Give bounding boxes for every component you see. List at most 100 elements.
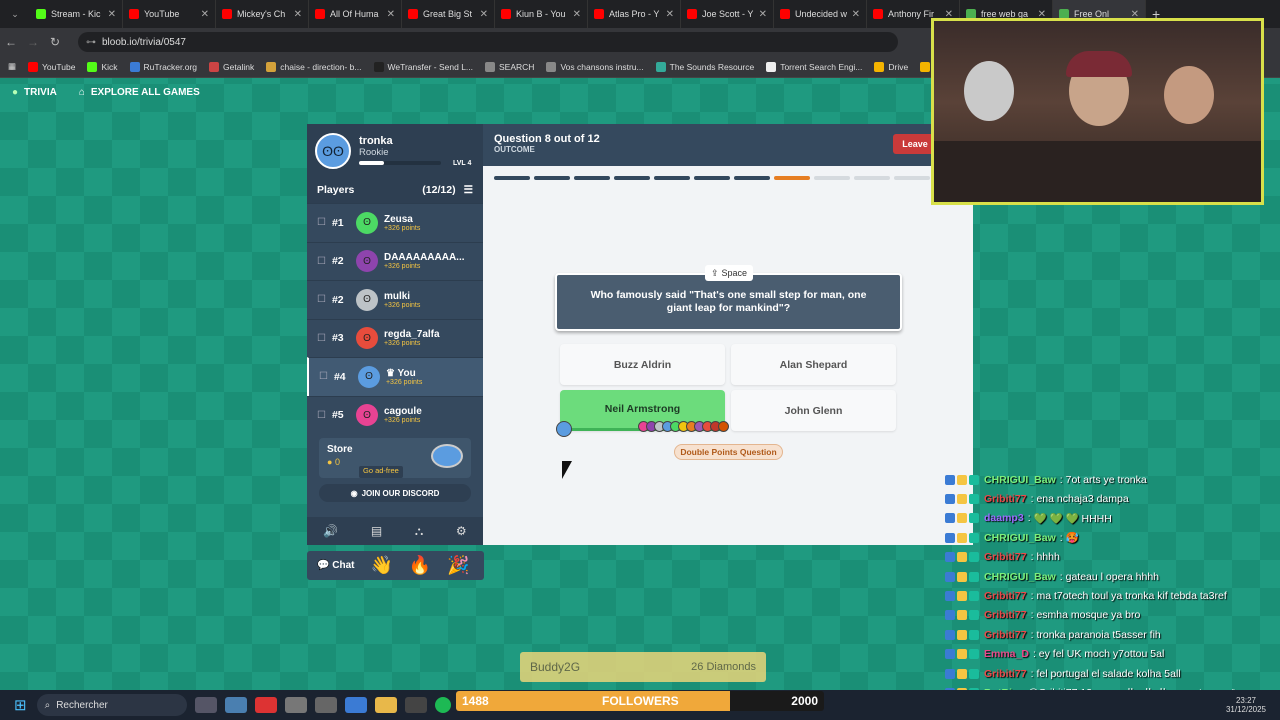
player-row[interactable]: ☐ #3 ʘ regda_7alfa +326 points xyxy=(307,318,483,358)
join-discord-button[interactable]: ◉ JOIN OUR DISCORD xyxy=(319,484,471,502)
chat-text: esmha mosque ya bro xyxy=(1036,609,1141,622)
browser-tab[interactable]: Kiun B - You ✕ xyxy=(495,0,588,28)
bookmark-icon xyxy=(209,61,220,72)
nav-explore-all-games[interactable]: EXPLORE ALL GAMES xyxy=(91,87,200,98)
back-icon[interactable]: ← xyxy=(0,35,22,49)
live-icon[interactable] xyxy=(404,697,427,713)
bookmark-item[interactable]: The Sounds Resource xyxy=(655,61,754,72)
answer-button-1[interactable]: Buzz Aldrin xyxy=(560,344,725,385)
bookmark-item[interactable]: Getalink xyxy=(209,61,254,72)
checkbox-icon[interactable]: ☐ xyxy=(317,410,326,421)
close-tab-icon[interactable]: ✕ xyxy=(569,9,581,20)
spotify-icon[interactable] xyxy=(434,697,451,713)
windows-start-icon[interactable]: ⊞ xyxy=(14,696,27,714)
checkbox-icon[interactable]: ☐ xyxy=(317,333,326,344)
bookmark-item[interactable]: RuTracker.org xyxy=(129,61,197,72)
browser-tab[interactable]: Joe Scott - Y ✕ xyxy=(681,0,774,28)
bookmark-item[interactable]: YouTube xyxy=(28,61,75,72)
chat-message: Gribiti77: ma t7otech toul ya tronka kif… xyxy=(945,586,1275,605)
browser-tab[interactable]: YouTube ✕ xyxy=(123,0,216,28)
profile-card: ʘʘ tronka Rookie LVL 4 xyxy=(307,124,483,177)
player-row[interactable]: ☐ #2 ʘ mulki +326 points xyxy=(307,280,483,319)
reload-icon[interactable]: ↻ xyxy=(44,35,66,49)
browser-tab[interactable]: All Of Huma ✕ xyxy=(309,0,402,28)
checkbox-icon[interactable]: ☐ xyxy=(317,294,326,305)
group-icon[interactable]: ⛬ xyxy=(415,524,423,539)
emote-fire-button[interactable]: 🔥 xyxy=(409,555,431,576)
close-tab-icon[interactable]: ✕ xyxy=(476,9,488,20)
chat-button[interactable]: 💬 Chat xyxy=(317,560,354,571)
player-row[interactable]: ☐ #4 ʘ ♛ You +326 points xyxy=(307,357,483,396)
sound-icon[interactable]: 🔊 xyxy=(323,524,338,538)
url-field[interactable]: ⊶ bloob.io/trivia/0547 xyxy=(78,32,898,52)
bookmark-item[interactable]: SEARCH xyxy=(485,61,534,72)
close-tab-icon[interactable]: ✕ xyxy=(755,9,767,20)
checkbox-icon[interactable]: ☐ xyxy=(317,217,326,228)
apps-grid-icon[interactable]: ▦ xyxy=(8,61,16,72)
bookmark-item[interactable]: Torrent Search Engi... xyxy=(766,61,862,72)
close-tab-icon[interactable]: ✕ xyxy=(848,9,860,20)
answer-button-2[interactable]: Alan Shepard xyxy=(731,344,896,385)
folder-icon[interactable] xyxy=(374,697,397,713)
bookmark-label: Kick xyxy=(101,61,118,72)
book-icon[interactable]: ▤ xyxy=(371,524,382,538)
tab-favicon-icon xyxy=(408,9,418,19)
player-list: ☐ #1 ʘ Zeusa +326 points ☐ #2 ʘ DAAAAAAAA… xyxy=(307,203,483,434)
close-tab-icon[interactable]: ✕ xyxy=(197,9,209,20)
close-tab-icon[interactable]: ✕ xyxy=(383,9,395,20)
opera-icon[interactable] xyxy=(254,697,277,713)
app-icon[interactable] xyxy=(284,697,307,713)
tab-search-icon[interactable]: ⌄ xyxy=(0,9,30,20)
xp-bar xyxy=(359,161,441,165)
close-tab-icon[interactable]: ✕ xyxy=(104,9,116,20)
nav-trivia[interactable]: TRIVIA xyxy=(24,87,57,98)
chat-username: CHRIGUI_Baw xyxy=(984,531,1056,544)
go-ad-free-link[interactable]: Go ad-free xyxy=(359,466,403,478)
chat-username: Gribiti77 xyxy=(984,667,1027,680)
discord-label: JOIN OUR DISCORD xyxy=(361,488,440,498)
filter-icon[interactable]: ☰ xyxy=(464,184,473,196)
app2-icon[interactable] xyxy=(314,697,337,713)
player-row[interactable]: ☐ #5 ʘ cagoule +326 points xyxy=(307,395,483,435)
url-text: bloob.io/trivia/0547 xyxy=(102,36,186,48)
answer-button-4[interactable]: John Glenn xyxy=(731,390,896,431)
bookmark-item[interactable]: WeTransfer - Send L... xyxy=(373,61,473,72)
bookmark-item[interactable]: Drive xyxy=(874,61,908,72)
taskbar-search[interactable]: ⌕ Rechercher xyxy=(36,694,187,716)
chat-message: CHRIGUI_Baw: gateau l opera hhhh xyxy=(945,567,1275,586)
bookmark-item[interactable]: Vos chansons instru... xyxy=(546,61,644,72)
badge-icon xyxy=(969,591,979,602)
players-header: Players (12/12) ☰ xyxy=(307,177,483,203)
browser-tab[interactable]: Mickey's Ch ✕ xyxy=(216,0,309,28)
player-row[interactable]: ☐ #1 ʘ Zeusa +326 points xyxy=(307,203,483,242)
bookmark-item[interactable]: Kick xyxy=(87,61,118,72)
weather-icon[interactable] xyxy=(224,697,247,713)
chat-separator: : xyxy=(1032,648,1036,661)
chat-username: Gribiti77 xyxy=(984,590,1027,603)
tab-favicon-icon xyxy=(780,9,790,19)
checkbox-icon[interactable]: ☐ xyxy=(319,371,328,382)
forward-icon[interactable]: → xyxy=(22,35,44,49)
player-row[interactable]: ☐ #2 ʘ DAAAAAAAAA... +326 points xyxy=(307,241,483,281)
checkbox-icon[interactable]: ☐ xyxy=(317,256,326,267)
task-view-icon[interactable] xyxy=(194,697,217,713)
settings-icon[interactable]: ⚙ xyxy=(456,524,467,538)
browser-tab[interactable]: Great Big St ✕ xyxy=(402,0,495,28)
app3-icon[interactable] xyxy=(344,697,367,713)
emote-party-button[interactable]: 🎉 xyxy=(447,555,469,576)
player-rank: #5 xyxy=(331,409,344,422)
store-card[interactable]: Store ● 0 Go ad-free xyxy=(319,438,471,478)
browser-tab[interactable]: Undecided w ✕ xyxy=(774,0,867,28)
close-tab-icon[interactable]: ✕ xyxy=(290,9,302,20)
tab-title: Kiun B - You xyxy=(516,9,566,19)
browser-tab[interactable]: Stream - Kic ✕ xyxy=(30,0,123,28)
tab-favicon-icon xyxy=(129,9,139,19)
player-avatar: ʘ xyxy=(355,211,378,234)
bookmark-item[interactable]: chaise - direction- b... xyxy=(266,61,362,72)
close-tab-icon[interactable]: ✕ xyxy=(662,9,674,20)
browser-tab[interactable]: Atlas Pro - Y ✕ xyxy=(588,0,681,28)
emote-wave-button[interactable]: 👋 xyxy=(370,555,392,576)
player-points: +326 points xyxy=(385,378,423,386)
player-name: ♛ You xyxy=(385,367,416,379)
chat-separator: : xyxy=(1030,551,1034,564)
